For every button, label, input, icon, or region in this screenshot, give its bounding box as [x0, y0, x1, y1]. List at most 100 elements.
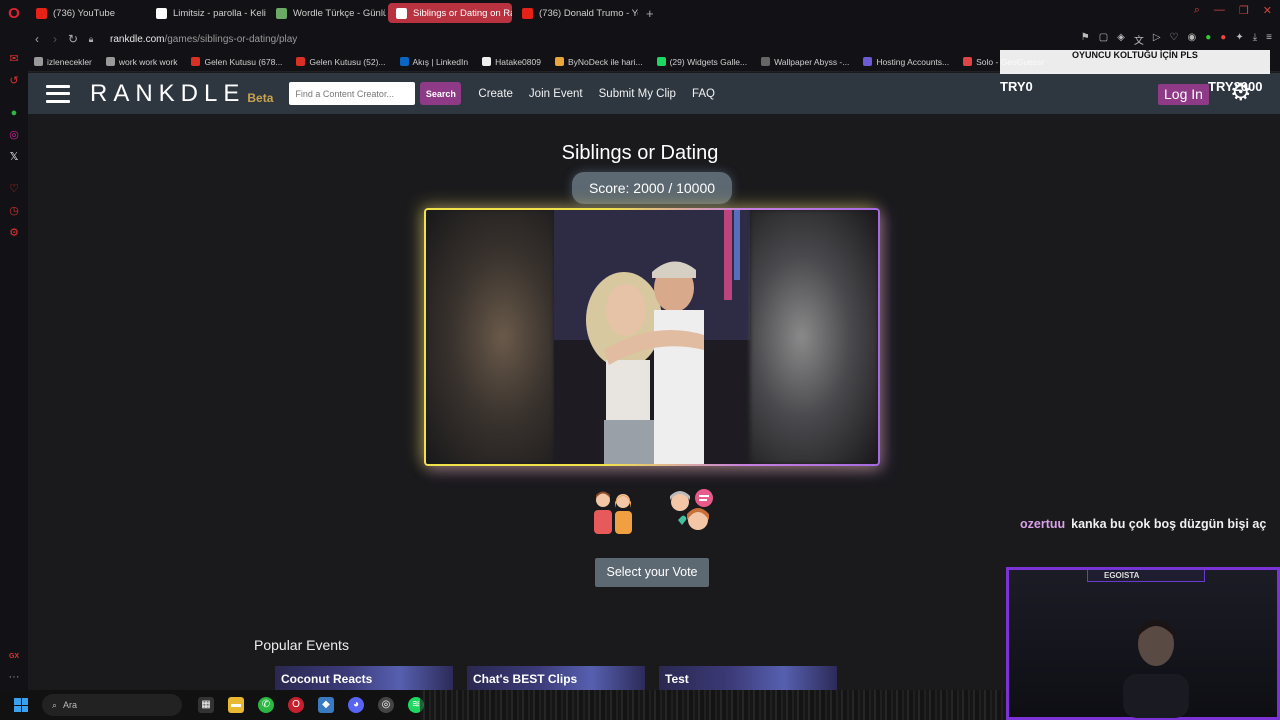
settings-icon[interactable]: ⚙ — [7, 226, 21, 240]
bookmark-item[interactable]: (29) Widgets Galle... — [656, 56, 748, 67]
browser-sidebar: ✉ ↺ ● ◎ 𝕏 ♡ ◷ ⚙ GX ··· — [0, 26, 28, 690]
bookmark-label: Wallpaper Abyss -... — [774, 56, 850, 67]
back-icon[interactable]: ‹ — [28, 32, 46, 46]
translate-icon[interactable]: 文 — [1134, 32, 1144, 47]
maximize-icon[interactable]: ❐ — [1239, 4, 1249, 17]
bookmark-item[interactable]: ByNoDeck ile hari... — [554, 57, 643, 67]
nav-submit-my-clip[interactable]: Submit My Clip — [599, 88, 676, 100]
tab-favicon-icon — [276, 7, 287, 19]
taskbar-search[interactable]: ⌕ Ara — [42, 694, 182, 716]
bookmark-item[interactable]: Gelen Kutusu (52)... — [296, 57, 386, 67]
discord-icon[interactable]: ◕ — [348, 697, 364, 713]
streamer-silhouette — [1123, 620, 1189, 718]
clock-icon[interactable]: ◷ — [7, 204, 21, 218]
messenger-icon[interactable]: ✉ — [7, 52, 21, 66]
bookmark-item[interactable]: Hosting Accounts... — [863, 57, 949, 67]
bookmark-favicon-icon — [34, 57, 43, 66]
address-bar-icons: ⚑ ▢ ◈ 文 ▷ ♡ ◉ ● ● ✦ ⤓ ≡ — [1081, 32, 1272, 47]
tab-label: (736) Donald Trumo - You — [539, 7, 638, 19]
blurred-background-left — [426, 210, 554, 464]
vscode-icon[interactable]: ◆ — [318, 697, 334, 713]
chat-text: kanka bu çok boş düzgün bişi aç — [1071, 517, 1267, 531]
hamburger-menu-icon[interactable] — [46, 84, 70, 103]
adblock-icon[interactable]: ● — [1220, 32, 1226, 47]
camera-icon[interactable]: ◉ — [1188, 32, 1197, 47]
close-window-icon[interactable]: ✕ — [1263, 4, 1272, 17]
siblings-icon[interactable] — [589, 486, 639, 536]
forward-icon[interactable]: › — [46, 32, 64, 46]
minimize-icon[interactable]: — — [1214, 4, 1225, 17]
select-vote-button[interactable]: Select your Vote — [595, 558, 709, 587]
obs-icon[interactable]: ◎ — [378, 697, 394, 713]
try-right-label: TRY2000 — [1208, 79, 1263, 94]
browser-tab[interactable]: Limitsiz - parolla - Kelime — [148, 3, 266, 23]
tab-favicon-icon — [522, 7, 533, 19]
chat-message: ozertuu kanka bu çok boş düzgün bişi aç — [1020, 514, 1270, 535]
heart-icon[interactable]: ♡ — [1170, 32, 1179, 47]
bookmark-label: (29) Widgets Galle... — [669, 56, 748, 67]
bookmark-item[interactable]: Wallpaper Abyss -... — [761, 57, 849, 67]
site-logo[interactable]: RANKDLE — [90, 80, 245, 108]
bookmark-favicon-icon — [554, 57, 564, 66]
url-field[interactable]: rankdle.com/games/siblings-or-dating/pla… — [110, 34, 297, 45]
tab-label: Wordle Türkçe - Günlük K — [293, 7, 386, 19]
browser-tab[interactable]: Siblings or Dating on Ran — [388, 3, 512, 23]
browser-tab[interactable]: (736) YouTube — [28, 3, 146, 23]
puzzle-icon[interactable]: ✦ — [1235, 32, 1243, 47]
url-path: /games/siblings-or-dating/play — [164, 33, 298, 45]
shield-icon[interactable]: ◈ — [1117, 32, 1125, 47]
webcam-banner: EGOISTA — [1087, 569, 1205, 582]
opera-gx-taskbar-icon[interactable]: O — [288, 697, 304, 713]
nav-faq[interactable]: FAQ — [692, 88, 715, 100]
opera-logo-icon[interactable]: O — [0, 0, 28, 26]
event-card-label: Coconut Reacts — [281, 672, 373, 686]
bookmark-label: Hatake0809 — [495, 56, 541, 67]
bookmark-favicon-icon — [399, 57, 409, 66]
whatsapp-icon[interactable]: ● — [7, 106, 21, 120]
nav-create[interactable]: Create — [478, 88, 513, 100]
event-card-coconut-reacts[interactable]: Coconut Reacts — [275, 666, 453, 690]
taskbar-search-text: Ara — [63, 700, 78, 710]
snapshot-icon[interactable]: ▢ — [1099, 32, 1108, 47]
page-title: Siblings or Dating — [561, 142, 719, 164]
whatsapp-taskbar-icon[interactable]: ✆ — [258, 697, 274, 713]
bookmark-item[interactable]: Hatake0809 — [482, 57, 541, 67]
browser-tab[interactable]: Wordle Türkçe - Günlük K — [268, 3, 386, 23]
dating-icon[interactable] — [666, 486, 716, 536]
bookmark-item[interactable]: Akış | LinkedIn — [399, 57, 468, 67]
score-badge: Score: 2000 / 10000 — [572, 172, 732, 204]
search-button[interactable]: Search — [420, 82, 462, 105]
site-header: RANKDLE Beta Search Create Join Event Su… — [28, 73, 1280, 114]
instagram-icon[interactable]: ◎ — [7, 128, 21, 142]
new-tab-button[interactable]: + — [646, 6, 654, 21]
tab-label: Siblings or Dating on Ran — [413, 7, 512, 19]
tab-favicon-icon — [36, 7, 47, 19]
start-menu-icon[interactable] — [14, 698, 28, 712]
event-card-test[interactable]: Test — [659, 666, 837, 690]
webcam-banner-text: EGOISTA — [1104, 571, 1140, 580]
play-icon[interactable]: ▷ — [1153, 32, 1161, 47]
media-frame[interactable] — [424, 208, 880, 466]
login-button[interactable]: Log In — [1158, 84, 1209, 105]
search-tabs-icon[interactable]: ⌕ — [1194, 4, 1200, 17]
reload-icon[interactable]: ↻ — [64, 32, 82, 46]
bookmark-icon[interactable]: ⚑ — [1081, 32, 1090, 47]
blurred-background-right — [750, 210, 878, 464]
search-input[interactable] — [289, 82, 416, 105]
browser-tab[interactable]: (736) Donald Trumo - You — [514, 3, 638, 23]
bookmark-item[interactable]: Gelen Kutusu (678... — [191, 57, 282, 67]
event-card-chats-best-clips[interactable]: Chat's BEST Clips — [467, 666, 645, 690]
extension-icon[interactable]: ● — [1205, 32, 1211, 47]
file-explorer-icon[interactable]: ▬ — [228, 697, 244, 713]
menu-lines-icon[interactable]: ≡ — [1266, 32, 1272, 47]
bookmark-favicon-icon — [191, 57, 201, 66]
history-icon[interactable]: ↺ — [7, 74, 21, 88]
download-icon[interactable]: ⤓ — [1253, 32, 1257, 47]
nav-join-event[interactable]: Join Event — [529, 88, 583, 100]
bookmark-item[interactable]: work work work — [105, 57, 177, 67]
couple-photo — [554, 210, 750, 464]
more-icon[interactable]: ··· — [7, 670, 21, 684]
taskview-icon[interactable]: ▦ — [198, 697, 214, 713]
favorites-icon[interactable]: ♡ — [7, 182, 21, 196]
bookmark-item[interactable]: izlenecekler — [34, 57, 92, 67]
